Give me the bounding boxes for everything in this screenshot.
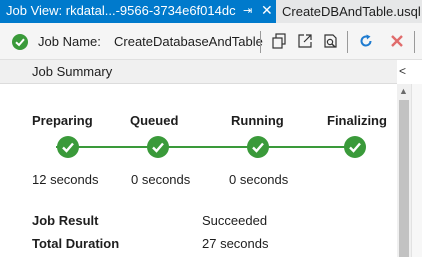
- check-icon: [247, 136, 269, 158]
- check-icon: [57, 136, 79, 158]
- cancel-icon[interactable]: [388, 32, 406, 50]
- refresh-icon[interactable]: [357, 32, 375, 50]
- toolbar-separator: [414, 31, 415, 53]
- pin-icon[interactable]: ⇥: [243, 4, 252, 17]
- collapse-left-icon[interactable]: <: [399, 64, 406, 78]
- check-icon: [147, 136, 169, 158]
- job-name-value: CreateDatabaseAndTable: [114, 34, 263, 49]
- job-result-value: Succeeded: [202, 213, 268, 228]
- stage-running: Running: [231, 113, 284, 128]
- side-panel-edge: [411, 84, 422, 257]
- job-summary-header[interactable]: Job Summary: [0, 60, 397, 84]
- toolbar-separator: [347, 31, 348, 53]
- open-external-icon[interactable]: [296, 32, 314, 50]
- search-script-icon[interactable]: [322, 32, 340, 50]
- check-icon: [344, 136, 366, 158]
- status-check-icon: [12, 34, 28, 50]
- total-duration-value: 27 seconds: [202, 236, 269, 251]
- job-toolbar: Job Name: CreateDatabaseAndTable: [0, 23, 422, 60]
- stage-preparing: Preparing: [32, 113, 93, 128]
- scroll-thumb[interactable]: [399, 100, 409, 257]
- tab-createdbandtable[interactable]: CreateDBAndTable.usql: [278, 0, 421, 23]
- copy-icon[interactable]: [270, 32, 288, 50]
- stage-finalizing: Finalizing: [327, 113, 387, 128]
- job-summary-panel: [0, 84, 397, 257]
- tab-job-view-title: Job View: rkdatal...-9566-3734e6f014dc: [6, 3, 236, 18]
- total-duration-label: Total Duration: [32, 236, 120, 251]
- job-summary-title: Job Summary: [32, 64, 113, 79]
- toolbar-separator: [260, 31, 261, 53]
- job-result-label: Job Result: [32, 213, 99, 228]
- tab-bar: Job View: rkdatal...-9566-3734e6f014dc ⇥…: [0, 0, 422, 23]
- duration-running: 0 seconds: [229, 172, 289, 187]
- tab-job-view[interactable]: Job View: rkdatal...-9566-3734e6f014dc ⇥…: [0, 0, 276, 23]
- tab-createdbandtable-title: CreateDBAndTable.usql: [282, 4, 421, 19]
- progress-line: [56, 146, 356, 148]
- stage-queued: Queued: [130, 113, 179, 128]
- duration-preparing: 12 seconds: [32, 172, 99, 187]
- scroll-up-icon[interactable]: ▲: [399, 86, 408, 96]
- job-name-label: Job Name:: [38, 34, 101, 49]
- duration-queued: 0 seconds: [131, 172, 191, 187]
- close-icon[interactable]: ✕: [261, 2, 273, 19]
